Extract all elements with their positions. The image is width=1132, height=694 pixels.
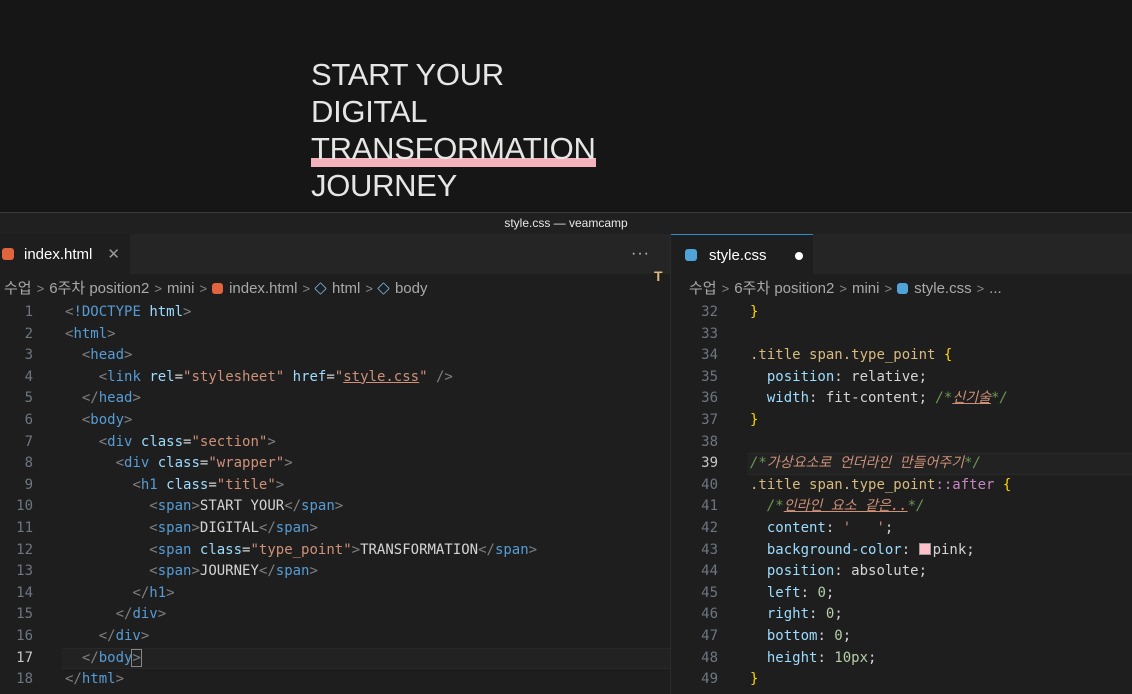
browser-preview: START YOUR DIGITAL TRANSFORMATION JOURNE… (0, 0, 1132, 212)
code-line: 11 <span>DIGITAL</span> (16, 519, 318, 536)
chevron-right-icon: > (154, 281, 162, 296)
code-line: 44 position: absolute; (701, 563, 928, 580)
code-line-current: 39/*가상요소로 언더라인 만들어주기*/ (671, 453, 1132, 475)
window-title-bar: style.css — veamcamp (0, 212, 1132, 235)
color-swatch[interactable] (918, 542, 931, 555)
hero-line-4: JOURNEY (311, 168, 458, 203)
css-file-icon (897, 283, 909, 294)
code-line: 47 bottom: 0; (701, 627, 852, 644)
chevron-right-icon: > (365, 281, 373, 296)
code-line: 5 </head> (24, 390, 141, 407)
code-line: 43 background-color: pink; (701, 541, 975, 558)
chevron-right-icon: > (884, 281, 893, 296)
code-line: 3 <head> (24, 347, 133, 364)
tab-label: style.css (709, 247, 767, 264)
breadcrumb-item[interactable]: 6주차 position2 (49, 280, 149, 297)
code-line: 7 <div class="section"> (24, 433, 276, 450)
unsaved-dot-icon[interactable] (795, 252, 803, 260)
breadcrumb-item[interactable]: index.html (229, 280, 297, 297)
code-line: 6 <body> (24, 411, 133, 428)
breadcrumb-right: 수업 >6주차 position2 > mini > style.css >... (689, 278, 1002, 300)
html-file-icon (2, 248, 14, 260)
code-line: 4 <link rel="stylesheet" href="style.css… (24, 368, 453, 385)
breadcrumb-item[interactable]: ... (989, 280, 1002, 297)
code-line: 18 </html> (16, 671, 125, 688)
code-line: 49} (701, 671, 759, 688)
code-line: 12 <span class="type_point">TRANSFORMATI… (16, 541, 538, 558)
breadcrumb-item[interactable]: mini (167, 280, 195, 297)
code-line: 10 <span>START YOUR</span> (16, 498, 344, 515)
code-line: 34 .title span.type_point { (701, 347, 953, 364)
tab-index-html[interactable]: index.html ✕ (0, 234, 130, 274)
code-line: 40 .title span.type_point::after { (701, 476, 1012, 493)
breadcrumb-item[interactable]: 6주차 position2 (734, 280, 834, 297)
code-line: 45 left: 0; (701, 584, 835, 601)
more-actions-icon[interactable]: ··· (631, 234, 650, 274)
code-line: 48 height: 10px; (701, 649, 877, 666)
code-editor-css[interactable]: 32} 33 34 .title span.type_point { 35 pos… (671, 302, 1132, 691)
breadcrumb-item[interactable]: 수업 (4, 280, 32, 297)
breadcrumb-item[interactable]: body (395, 280, 428, 297)
code-line: 42 content: ' '; (701, 519, 894, 536)
html-file-icon (212, 283, 224, 294)
element-symbol-icon (314, 282, 327, 295)
editor-left: index.html ✕ ··· 수업 >6주차 position2 > mini > i… (0, 234, 670, 694)
code-line: 8 <div class="wrapper"> (24, 455, 293, 472)
code-line: 1 <!DOCTYPE html> (24, 304, 192, 320)
breadcrumb-item[interactable]: mini (852, 280, 880, 297)
tab-style-css[interactable]: style.css (671, 234, 813, 274)
breadcrumb-item[interactable]: style.css (914, 280, 972, 297)
code-line: 41 /*인라인 요소 같은..*/ (701, 498, 925, 515)
code-line: 2 <html> (24, 325, 116, 342)
tab-label: index.html (24, 246, 93, 263)
editor-right: style.css 수업 >6주차 position2 > mini > style.cs… (670, 234, 1132, 694)
code-line: 46 right: 0; (701, 606, 843, 623)
chevron-right-icon: > (199, 281, 208, 296)
tab-bar-left: index.html ✕ ··· (0, 234, 670, 274)
chevron-right-icon: > (839, 281, 847, 296)
code-line: 9 <h1 class="title"> (24, 476, 285, 493)
hero-line-2: DIGITAL (311, 94, 428, 129)
code-line: 16 </div> (16, 627, 150, 644)
chevron-right-icon: > (976, 281, 985, 296)
code-line: 15 </div> (16, 606, 167, 623)
breadcrumb-item[interactable]: 수업 (689, 280, 717, 297)
hero-line-3-highlighted: TRANSFORMATION (311, 131, 596, 167)
breadcrumb-item[interactable]: html (332, 280, 360, 297)
code-line: 14 </h1> (16, 584, 175, 601)
code-line: 33 (701, 325, 718, 342)
code-line-current: 17 </body> (0, 647, 670, 670)
close-icon[interactable]: ✕ (107, 234, 120, 276)
tab-bar-right: style.css (671, 234, 1132, 274)
element-symbol-icon (377, 282, 390, 295)
window-title: style.css — veamcamp (504, 216, 628, 230)
code-line: 35 position: relative; (701, 368, 928, 385)
breadcrumb-left: 수업 >6주차 position2 > mini > index.html > html > bo… (4, 278, 428, 300)
hover-hint-icon[interactable]: T (654, 268, 663, 284)
code-line: 32} (701, 304, 759, 320)
code-editor-html[interactable]: 1 <!DOCTYPE html> 2 <html> 3 <head> 4 <lin… (0, 302, 670, 691)
code-line: 13 <span>JOURNEY</span> (16, 563, 318, 580)
chevron-right-icon: > (36, 281, 45, 296)
code-line: 36 width: fit-content; /*신기술*/ (701, 390, 1008, 407)
chevron-right-icon: > (721, 281, 730, 296)
css-file-icon (685, 249, 697, 261)
hero-line-1: START YOUR (311, 57, 504, 92)
hero-title: START YOUR DIGITAL TRANSFORMATION JOURNE… (311, 56, 596, 204)
code-line: 37} (701, 411, 759, 428)
chevron-right-icon: > (302, 281, 311, 296)
code-line: 38 (701, 433, 718, 450)
